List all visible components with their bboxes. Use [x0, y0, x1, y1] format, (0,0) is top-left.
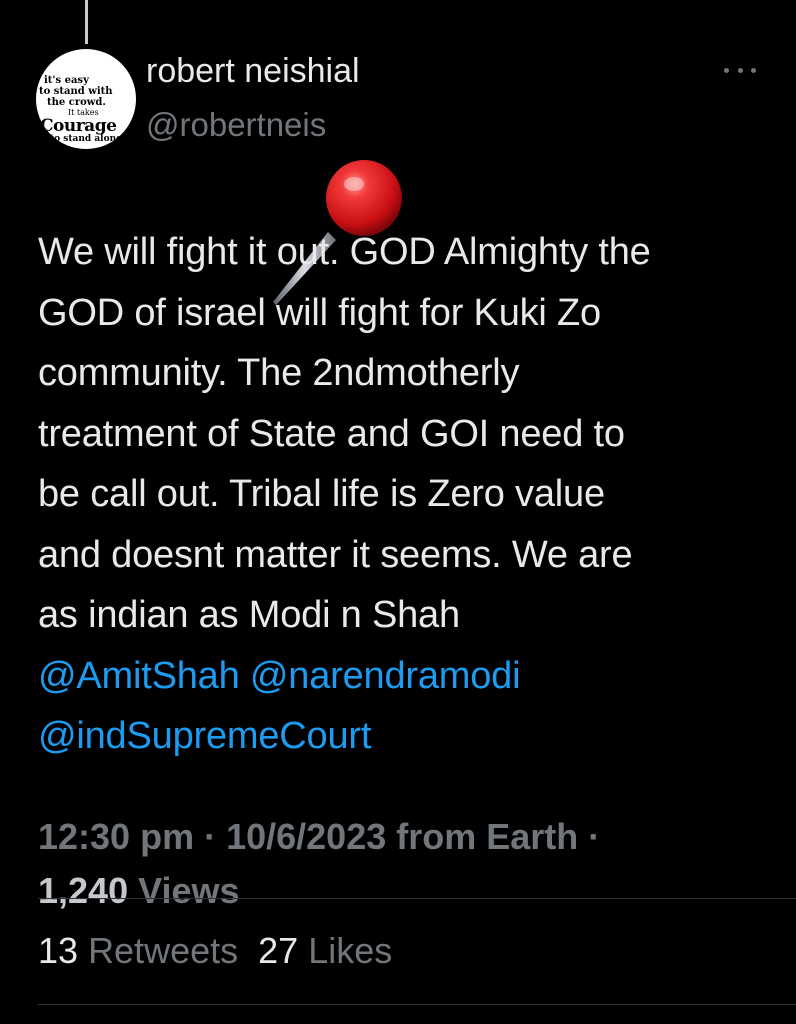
tweet-text-line: as indian as Modi n Shah: [38, 594, 460, 636]
tweet-source: from Earth: [386, 816, 579, 857]
tweet-text: We will fight it out. GOD Almighty the G…: [38, 222, 778, 767]
likes-count: 27: [258, 930, 299, 971]
mention-amitshah-link[interactable]: @AmitShah: [38, 655, 240, 697]
views-number: 1,240: [38, 870, 129, 911]
views-label: Views: [128, 870, 240, 911]
tweet-timestamp: 12:30 pm · 10/6/2023 from Earth ·: [38, 816, 600, 858]
thread-connector-line: [85, 0, 88, 44]
author-handle[interactable]: @robertneis: [146, 106, 326, 144]
divider: [38, 1004, 796, 1005]
tweet-text-line: treatment of State and GOI need to: [38, 412, 625, 455]
mention-line: @AmitShah @narendramodi: [38, 646, 778, 707]
retweets-label: Retweets: [88, 930, 239, 971]
mention-line: @indSupremeCourt: [38, 706, 778, 767]
tweet-text-line: community. The 2ndmotherly: [38, 352, 520, 394]
mention-indsupremecourt-link[interactable]: @indSupremeCourt: [38, 715, 371, 757]
tweet-text-line: be call out. Tribal life is Zero value: [38, 473, 605, 515]
tweet-date[interactable]: 10/6/2023: [226, 816, 386, 857]
likes-stat[interactable]: 27 Likes: [258, 930, 392, 971]
engagement-stats: 13 Retweets 27 Likes: [38, 930, 392, 972]
retweets-count: 13: [38, 930, 79, 971]
author-display-name[interactable]: robert neishial: [146, 52, 360, 91]
more-horizontal-icon[interactable]: [724, 62, 756, 78]
meta-separator: ·: [578, 816, 601, 857]
tweet-text-line: GOD of israel will fight for Kuki Zo: [38, 291, 601, 334]
meta-separator: ·: [194, 816, 227, 857]
likes-label: Likes: [308, 930, 393, 971]
retweets-stat[interactable]: 13 Retweets: [38, 930, 238, 971]
tweet-text-line: and doesnt matter it seems. We are: [38, 533, 633, 576]
views-count[interactable]: 1,240 Views: [38, 870, 240, 912]
avatar-image-text: it's easy to stand with the crowd. It ta…: [39, 75, 122, 144]
mention-narendramodi-link[interactable]: @narendramodi: [250, 655, 521, 697]
avatar[interactable]: it's easy to stand with the crowd. It ta…: [36, 49, 136, 149]
tweet-text-line: We will fight it out. GOD Almighty the: [38, 231, 651, 273]
tweet-time[interactable]: 12:30 pm: [38, 816, 194, 857]
divider: [38, 898, 796, 899]
